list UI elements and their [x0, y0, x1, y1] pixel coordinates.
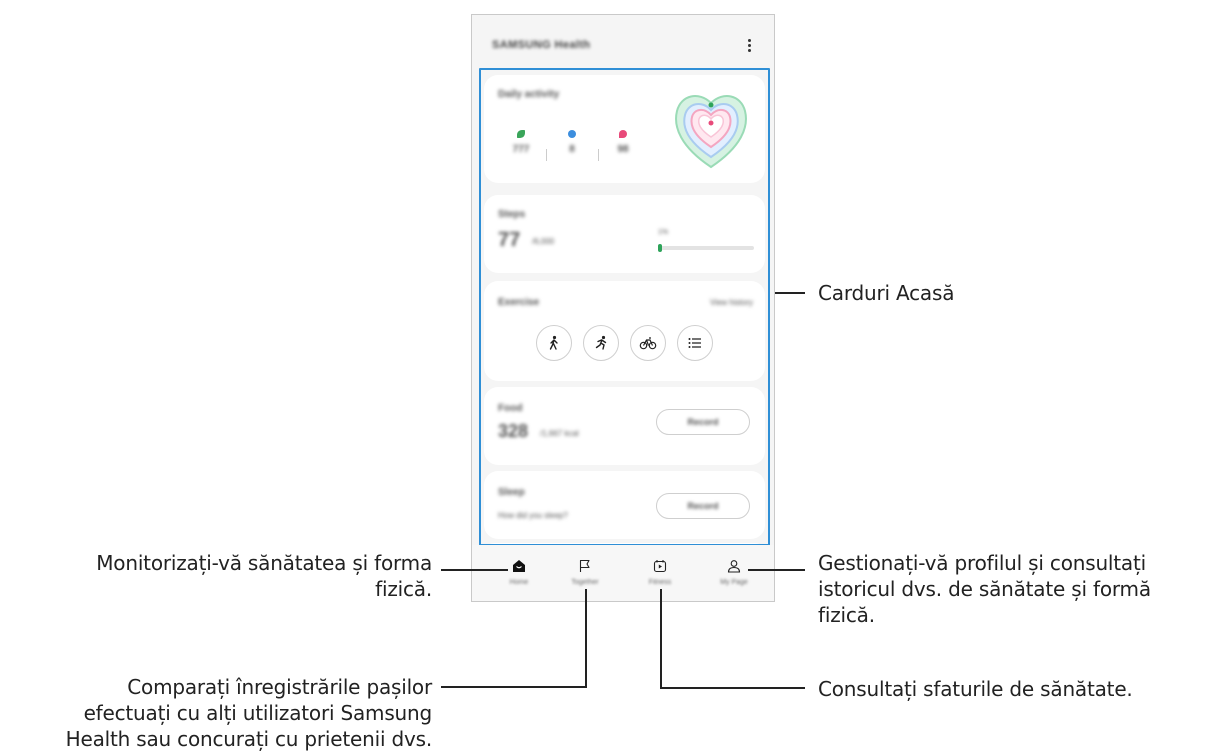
nav-home[interactable]: Home [489, 559, 549, 586]
nav-label: My Page [720, 579, 748, 586]
home-icon [513, 560, 525, 572]
callout-home-cards: Carduri Acasă [818, 281, 955, 305]
bottom-navigation: Home Together Fitness My Page [472, 545, 774, 601]
callout-profile-line1: Gestionați-vă profilul și consultați [818, 551, 1146, 575]
leader-line-home-cards [775, 292, 805, 294]
callout-monitor-line1: Monitorizați-vă sănătatea și forma [96, 551, 432, 575]
nav-my-page[interactable]: My Page [704, 559, 764, 586]
fitness-icon [653, 560, 667, 573]
callout-compare-line1: Comparați înregistrările pașilor [127, 675, 432, 699]
leader-line-compare-v [585, 589, 587, 687]
flag-icon [579, 559, 590, 572]
nav-label: Together [571, 579, 599, 586]
app-header: SAMSUNG Health [492, 37, 760, 57]
home-cards-highlight [479, 68, 770, 546]
profile-icon [727, 560, 741, 573]
leader-line-tips-h [660, 687, 805, 689]
callout-compare-line2: efectuați cu alți utilizatori Samsung [83, 701, 433, 725]
callout-profile: Gestionați-vă profilul și consultați ist… [818, 550, 1213, 628]
callout-monitor: Monitorizați-vă sănătatea și forma fizic… [12, 550, 432, 602]
callout-compare-line3: Health sau concurați cu prietenii dvs. [65, 727, 433, 751]
callout-compare: Comparați înregistrările pașilor efectua… [2, 674, 433, 752]
nav-fitness[interactable]: Fitness [630, 559, 690, 586]
callout-monitor-line2: fizică. [375, 577, 432, 601]
callout-profile-line3: fizică. [818, 603, 875, 627]
phone-screen: SAMSUNG Health Daily activity 777 8 98 S… [471, 14, 775, 602]
leader-line-compare-h [441, 686, 587, 688]
callout-profile-line2: istoricul dvs. de sănătate și formă [818, 577, 1151, 601]
leader-line-tips-v [660, 589, 662, 688]
more-vertical-icon[interactable] [744, 37, 754, 55]
nav-label: Fitness [648, 579, 672, 586]
nav-together[interactable]: Together [555, 559, 615, 586]
nav-label: Home [509, 579, 529, 586]
callout-tips: Consultați sfaturile de sănătate. [818, 677, 1133, 701]
leader-line-monitor [441, 569, 508, 571]
leader-line-profile [748, 569, 805, 571]
app-title: SAMSUNG Health [492, 39, 591, 51]
